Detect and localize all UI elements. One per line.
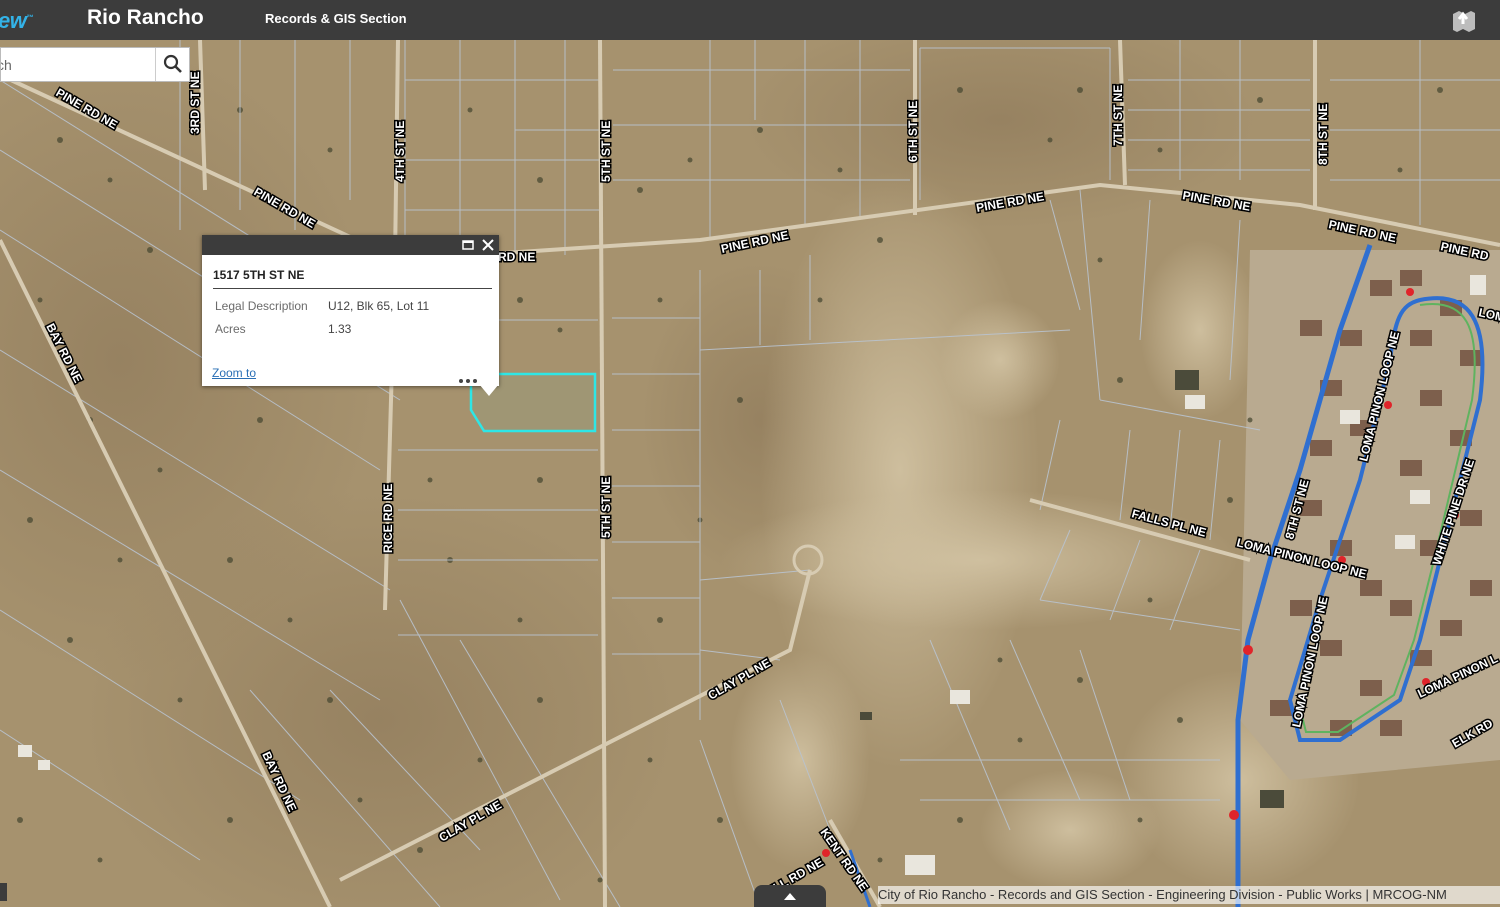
chevron-up-icon bbox=[784, 893, 796, 900]
street-label-6th: 6TH ST NE bbox=[906, 101, 920, 162]
street-label-5th-north: 5TH ST NE bbox=[599, 121, 613, 182]
close-button[interactable] bbox=[481, 238, 495, 252]
street-label-4th: 4TH ST NE bbox=[393, 121, 407, 182]
search-button[interactable] bbox=[155, 48, 190, 81]
street-label-8th-north: 8TH ST NE bbox=[1316, 104, 1330, 165]
close-icon bbox=[482, 239, 494, 251]
more-actions-button[interactable] bbox=[458, 371, 478, 383]
feature-popup: 1517 5TH ST NE Legal Description U12, Bl… bbox=[202, 235, 499, 396]
expand-panel-button[interactable] bbox=[754, 885, 826, 907]
map-attribution: City of Rio Rancho - Records and GIS Sec… bbox=[878, 886, 1500, 904]
map-viewer-app: ew™ Rio Rancho Records & GIS Section PIN… bbox=[0, 0, 1500, 907]
app-subtitle: Records & GIS Section bbox=[265, 11, 407, 26]
popup-header bbox=[202, 235, 499, 255]
street-label-5th-south: 5TH ST NE bbox=[599, 477, 613, 538]
search-box bbox=[0, 47, 190, 82]
header-bar: ew™ Rio Rancho Records & GIS Section bbox=[0, 0, 1500, 40]
street-label-3rd: 3RD ST NE bbox=[188, 71, 202, 134]
corner-tab bbox=[0, 883, 7, 901]
street-label-7th: 7TH ST NE bbox=[1111, 85, 1125, 146]
field-value-acres: 1.33 bbox=[328, 322, 352, 336]
search-icon bbox=[163, 54, 182, 73]
app-title: Rio Rancho bbox=[87, 6, 204, 29]
maximize-button[interactable] bbox=[461, 238, 475, 252]
field-value-legal-description: U12, Blk 65, Lot 11 bbox=[328, 299, 430, 313]
street-label-pine-3: RD NE bbox=[498, 250, 535, 264]
share-map-icon bbox=[1453, 11, 1475, 32]
search-input[interactable] bbox=[1, 48, 155, 81]
field-label-legal-description: Legal Description bbox=[215, 299, 308, 313]
map-canvas[interactable]: PINE RD NE PINE RD NE RD NE PINE RD NE P… bbox=[0, 40, 1500, 907]
share-button[interactable] bbox=[1450, 5, 1478, 33]
popup-divider bbox=[213, 288, 492, 289]
zoom-to-link[interactable]: Zoom to bbox=[212, 366, 256, 380]
popup-title: 1517 5TH ST NE bbox=[213, 268, 305, 282]
more-icon bbox=[459, 379, 477, 383]
maximize-icon bbox=[462, 240, 474, 250]
popup-pointer bbox=[479, 384, 499, 396]
field-label-acres: Acres bbox=[215, 322, 246, 336]
street-label-rice: RICE RD NE bbox=[381, 484, 395, 553]
app-logo: ew™ bbox=[0, 8, 33, 33]
